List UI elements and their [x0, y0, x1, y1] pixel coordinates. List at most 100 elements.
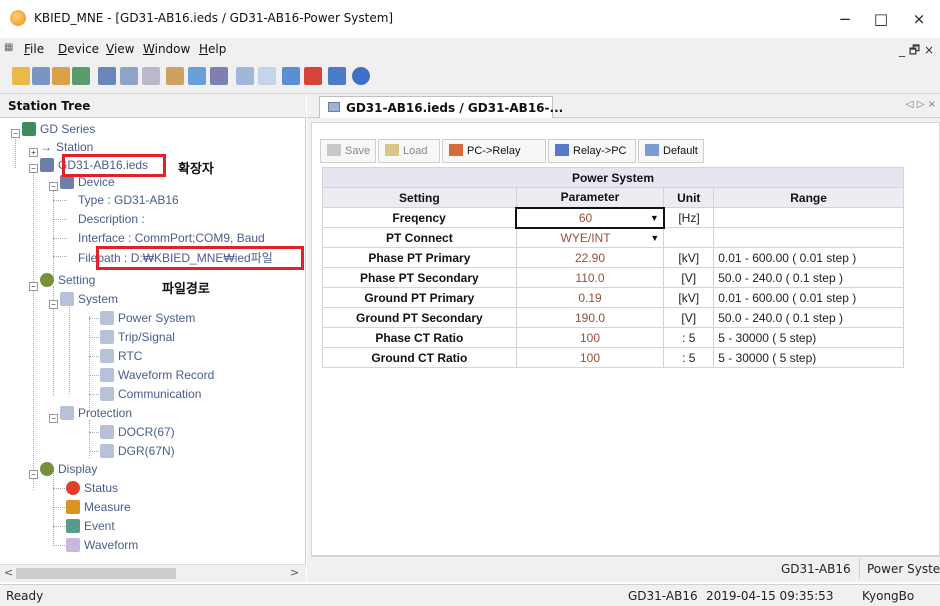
menu-file[interactable]: File — [24, 42, 44, 56]
frequency-select[interactable]: 60 ▼ — [515, 206, 665, 229]
tree-system[interactable]: System — [60, 292, 118, 306]
parameter-value[interactable]: 190.0 — [515, 307, 665, 328]
default-icon — [645, 144, 659, 156]
tree-protection[interactable]: Protection — [60, 406, 132, 420]
header-parameter: Parameter — [515, 187, 665, 208]
help-icon[interactable] — [352, 67, 370, 85]
maximize-button[interactable]: □ — [866, 6, 896, 32]
close-button[interactable]: × — [904, 6, 934, 32]
settings-icon[interactable] — [142, 67, 160, 85]
tree-status[interactable]: Status — [66, 481, 118, 495]
export-icon[interactable] — [304, 67, 322, 85]
window-icon[interactable] — [236, 67, 254, 85]
default-button[interactable]: Default — [638, 139, 704, 163]
arrow-icon: → — [40, 140, 52, 154]
tree-waveform-record[interactable]: Waveform Record — [100, 368, 214, 382]
chart-icon[interactable] — [282, 67, 300, 85]
camera-icon[interactable] — [166, 67, 184, 85]
save-button[interactable]: Save — [320, 139, 376, 163]
tree-power-system[interactable]: Power System — [100, 311, 195, 325]
parameter-value[interactable]: 0.19 — [515, 287, 665, 308]
tab-navigation[interactable]: ◁ ▷ × — [906, 99, 936, 110]
station-tree-title: Station Tree — [8, 99, 91, 113]
tree-display[interactable]: Display — [40, 462, 97, 476]
chevron-down-icon[interactable]: ▼ — [650, 233, 659, 243]
tree-event[interactable]: Event — [66, 519, 115, 533]
save-icon[interactable] — [32, 67, 50, 85]
event-icon — [66, 519, 80, 533]
minimize-button[interactable]: − — [830, 6, 860, 32]
parameter-value[interactable]: 100 — [515, 327, 665, 348]
pt-connect-select[interactable]: WYE/INT ▼ — [515, 227, 665, 248]
expand-system[interactable]: − — [49, 300, 58, 309]
load-button[interactable]: Load — [378, 139, 440, 163]
relay-icon[interactable] — [120, 67, 138, 85]
chevron-down-icon[interactable]: ▼ — [650, 213, 659, 223]
scroll-right-icon[interactable]: > — [290, 566, 299, 579]
tree-station[interactable]: → Station — [40, 140, 93, 154]
setting-name: Phase CT Ratio — [322, 327, 517, 348]
tree-measure[interactable]: Measure — [66, 500, 131, 514]
wave-icon[interactable] — [258, 67, 276, 85]
parameter-value[interactable]: 22.90 — [515, 247, 665, 268]
power-system-table: Power System Setting Parameter Unit Rang… — [322, 167, 904, 368]
status-datetime: 2019-04-15 09:35:53 — [706, 589, 834, 603]
expand-device[interactable]: − — [49, 182, 58, 191]
document-pane: GD31-AB16.ieds / GD31-AB16-... ◁ ▷ × Sav… — [307, 94, 940, 582]
measure-icon — [66, 500, 80, 514]
tree-horizontal-scrollbar[interactable]: < > — [0, 564, 306, 582]
tab-power-system[interactable]: GD31-AB16.ieds / GD31-AB16-... — [319, 96, 563, 118]
relay-to-pc-button[interactable]: Relay->PC — [548, 139, 636, 163]
table-row: Ground CT Ratio 100 : 5 5 - 30000 ( 5 st… — [322, 347, 904, 368]
upload-icon — [449, 144, 463, 156]
tree-root[interactable]: GD Series — [22, 122, 95, 136]
scroll-left-icon[interactable]: < — [4, 566, 13, 579]
station-tree-header: Station Tree — [0, 94, 306, 118]
tree-interface[interactable]: Interface : CommPort;COM9, Baud — [78, 231, 265, 245]
tree-docr[interactable]: DOCR(67) — [100, 425, 175, 439]
expand-station[interactable]: + — [29, 148, 38, 157]
expand-display[interactable]: − — [29, 470, 38, 479]
parameter-value[interactable]: 110.0 — [515, 267, 665, 288]
setting-name: PT Connect — [322, 227, 517, 248]
tree-icon[interactable] — [98, 67, 116, 85]
tree-type[interactable]: Type : GD31-AB16 — [78, 193, 179, 207]
expand-setting[interactable]: − — [29, 282, 38, 291]
tree-rtc[interactable]: RTC — [100, 349, 142, 363]
status-bar: Ready GD31-AB16 2019-04-15 09:35:53 Kyon… — [0, 584, 940, 606]
tree-dgr[interactable]: DGR(67N) — [100, 444, 175, 458]
menu-help[interactable]: Help — [199, 42, 226, 56]
menu-view[interactable]: View — [106, 42, 134, 56]
ied-file-icon — [40, 158, 54, 172]
delete-icon[interactable] — [328, 67, 346, 85]
expand-root[interactable]: − — [11, 129, 20, 138]
pc-to-relay-button[interactable]: PC->Relay — [442, 139, 546, 163]
setting-name: Ground CT Ratio — [322, 347, 517, 368]
tree-device[interactable]: Device — [60, 175, 115, 189]
connect-icon[interactable] — [52, 67, 70, 85]
station-tree: − GD Series + → Station − GD31-AB16.ieds … — [0, 120, 306, 560]
parameter-value[interactable]: 100 — [515, 347, 665, 368]
expand-protection[interactable]: − — [49, 414, 58, 423]
tree-waveform[interactable]: Waveform — [66, 538, 138, 552]
menu-device[interactable]: Device — [58, 42, 99, 56]
tree-description[interactable]: Description : — [78, 212, 145, 226]
network-icon[interactable] — [72, 67, 90, 85]
tree-trip-signal[interactable]: Trip/Signal — [100, 330, 175, 344]
open-icon[interactable] — [12, 67, 30, 85]
expand-ieds[interactable]: − — [29, 164, 38, 173]
unit: [kV] — [663, 247, 715, 268]
wrench-icon — [100, 330, 114, 344]
range: 5 - 30000 ( 5 step) — [713, 347, 904, 368]
tree-communication[interactable]: Communication — [100, 387, 201, 401]
menu-window[interactable]: Window — [143, 42, 190, 56]
document-icon — [328, 102, 340, 112]
scroll-thumb[interactable] — [16, 568, 176, 579]
unit: [V] — [663, 267, 715, 288]
grid-icon[interactable] — [210, 67, 228, 85]
main-toolbar — [0, 60, 940, 94]
mdi-window-controls[interactable]: _ 🗗 × — [899, 41, 934, 62]
monitor-icon[interactable] — [188, 67, 206, 85]
tree-setting[interactable]: Setting — [40, 273, 95, 287]
setting-name: Phase PT Primary — [322, 247, 517, 268]
